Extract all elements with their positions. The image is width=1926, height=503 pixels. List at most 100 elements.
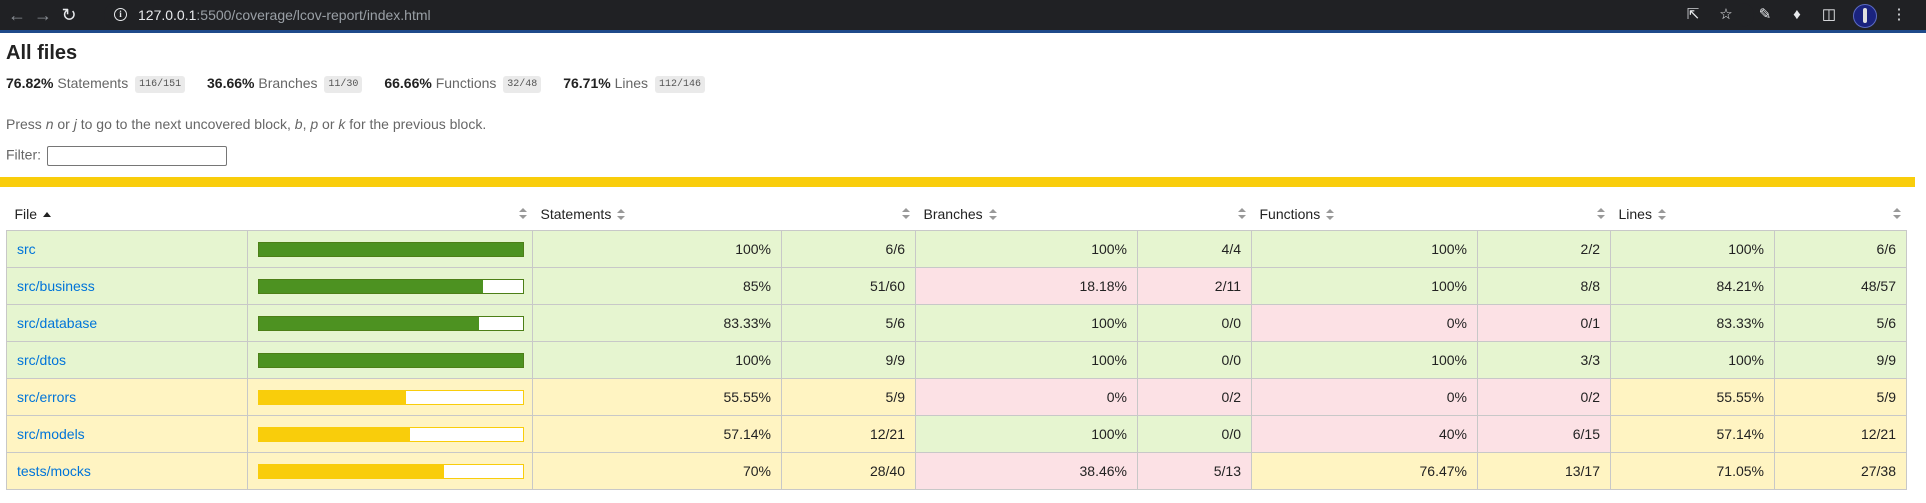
lines-fraction: 27/38 [1774, 452, 1907, 490]
forward-arrow-icon[interactable]: → [30, 3, 56, 27]
lines-fraction: 12/21 [1774, 415, 1907, 453]
lines-pct: 100% [1610, 341, 1775, 379]
summary-lines: 76.71% Lines 112/146 [563, 75, 705, 93]
coverage-bar-fill [259, 242, 523, 256]
functions-pct: 40% [1251, 415, 1478, 453]
file-cell: src/dtos [6, 341, 248, 379]
branches-pct: 0% [915, 378, 1138, 416]
lines-fraction: 5/9 [1774, 378, 1907, 416]
functions-pct: 100% [1251, 230, 1478, 268]
functions-fraction: 0/2 [1477, 378, 1611, 416]
table-row: src/dtos 100% 9/9 100% 0/0 100% 3/3 100% 9/9 [6, 341, 1907, 379]
lines-fraction: 9/9 [1774, 341, 1907, 379]
header-statements[interactable]: Statements [533, 197, 782, 231]
header-functions[interactable]: Functions [1252, 197, 1478, 231]
menu-kebab-icon[interactable]: ⋮ [1888, 4, 1910, 26]
branches-fraction: 2/11 [1137, 267, 1252, 305]
back-arrow-icon[interactable]: ← [4, 3, 30, 27]
coverage-bar-cell [247, 452, 533, 490]
lines-fraction: 5/6 [1774, 304, 1907, 342]
branches-fraction: 0/0 [1137, 415, 1252, 453]
statements-pct: 85% [532, 267, 782, 305]
info-icon[interactable]: i [114, 8, 127, 21]
coverage-bar-fill [259, 316, 479, 330]
table-header-row: File Statements Branches Functions Lines [7, 197, 1907, 231]
bookmark-star-icon[interactable]: ☆ [1715, 4, 1737, 26]
file-link[interactable]: src/database [17, 315, 97, 331]
filter-input[interactable] [46, 146, 227, 166]
extensions-puzzle-icon[interactable]: ♦ [1786, 4, 1808, 26]
page-title: All files [6, 42, 78, 64]
functions-pct: 100% [1251, 267, 1478, 305]
file-link[interactable]: tests/mocks [17, 463, 91, 479]
file-link[interactable]: src/errors [17, 389, 76, 405]
header-file[interactable]: File [7, 197, 248, 231]
coverage-bar-cell [247, 267, 533, 305]
status-bar-medium [0, 177, 1915, 187]
coverage-bar [258, 315, 524, 331]
side-panel-icon[interactable]: ◫ [1818, 4, 1840, 26]
branches-fraction: 5/13 [1137, 452, 1252, 490]
report-page: All files 76.82% Statements 116/151 36.6… [0, 33, 1926, 503]
coverage-table: File Statements Branches Functions Lines… [6, 197, 1907, 490]
header-lines[interactable]: Lines [1611, 197, 1775, 231]
file-cell: src/models [6, 415, 248, 453]
functions-fraction: 3/3 [1477, 341, 1611, 379]
summary-functions: 66.66% Functions 32/48 [384, 75, 542, 93]
branches-pct: 38.46% [915, 452, 1138, 490]
sort-icon [1237, 208, 1246, 220]
functions-fraction: 6/15 [1477, 415, 1611, 453]
coverage-bar-fill [259, 353, 523, 367]
statements-fraction: 9/9 [781, 341, 916, 379]
file-link[interactable]: src/business [17, 278, 95, 294]
branches-fraction: 0/0 [1137, 304, 1252, 342]
coverage-bar-fill [259, 464, 444, 478]
branches-fraction: 4/4 [1137, 230, 1252, 268]
summary-statements: 76.82% Statements 116/151 [6, 75, 186, 93]
file-link[interactable]: src/models [17, 426, 85, 442]
file-link[interactable]: src [17, 241, 36, 257]
functions-fraction: 8/8 [1477, 267, 1611, 305]
reload-icon[interactable]: ↻ [56, 3, 82, 27]
branches-pct: 18.18% [915, 267, 1138, 305]
header-branches[interactable]: Branches [916, 197, 1138, 231]
header-lines-raw[interactable] [1775, 197, 1907, 231]
statements-fraction: 12/21 [781, 415, 916, 453]
lines-fraction: 48/57 [1774, 267, 1907, 305]
sort-icon [1892, 208, 1901, 220]
header-functions-raw[interactable] [1478, 197, 1611, 231]
coverage-bar-fill [259, 279, 484, 293]
file-cell: src/business [6, 267, 248, 305]
functions-fraction: 13/17 [1477, 452, 1611, 490]
fraction-badge: 32/48 [503, 75, 542, 93]
pen-extension-icon[interactable]: ✎ [1754, 4, 1776, 26]
header-branches-raw[interactable] [1138, 197, 1252, 231]
url-text[interactable]: 127.0.0.1:5500/coverage/lcov-report/inde… [138, 3, 431, 27]
table-row: src/database 83.33% 5/6 100% 0/0 0% 0/1 83.33% 5… [6, 304, 1907, 342]
sort-icon [1657, 208, 1666, 221]
coverage-bar-cell [247, 304, 533, 342]
header-chart[interactable] [248, 197, 533, 231]
coverage-bar-fill [259, 390, 406, 404]
address-bar[interactable]: i 127.0.0.1:5500/coverage/lcov-report/in… [104, 3, 1754, 27]
functions-fraction: 2/2 [1477, 230, 1611, 268]
fraction-badge: 112/146 [654, 75, 705, 93]
statements-fraction: 28/40 [781, 452, 916, 490]
coverage-bar [258, 463, 524, 479]
share-icon[interactable]: ⇱ [1682, 4, 1704, 26]
profile-avatar[interactable] [1853, 4, 1877, 28]
lines-pct: 83.33% [1610, 304, 1775, 342]
file-link[interactable]: src/dtos [17, 352, 66, 368]
lines-pct: 84.21% [1610, 267, 1775, 305]
sort-icon [988, 208, 997, 221]
statements-pct: 100% [532, 230, 782, 268]
coverage-bar-cell [247, 230, 533, 268]
fraction-badge: 11/30 [324, 75, 363, 93]
statements-pct: 83.33% [532, 304, 782, 342]
header-statements-raw[interactable] [782, 197, 916, 231]
branches-fraction: 0/0 [1137, 341, 1252, 379]
filter-label: Filter: [6, 146, 41, 163]
file-cell: tests/mocks [6, 452, 248, 490]
functions-pct: 76.47% [1251, 452, 1478, 490]
functions-pct: 100% [1251, 341, 1478, 379]
